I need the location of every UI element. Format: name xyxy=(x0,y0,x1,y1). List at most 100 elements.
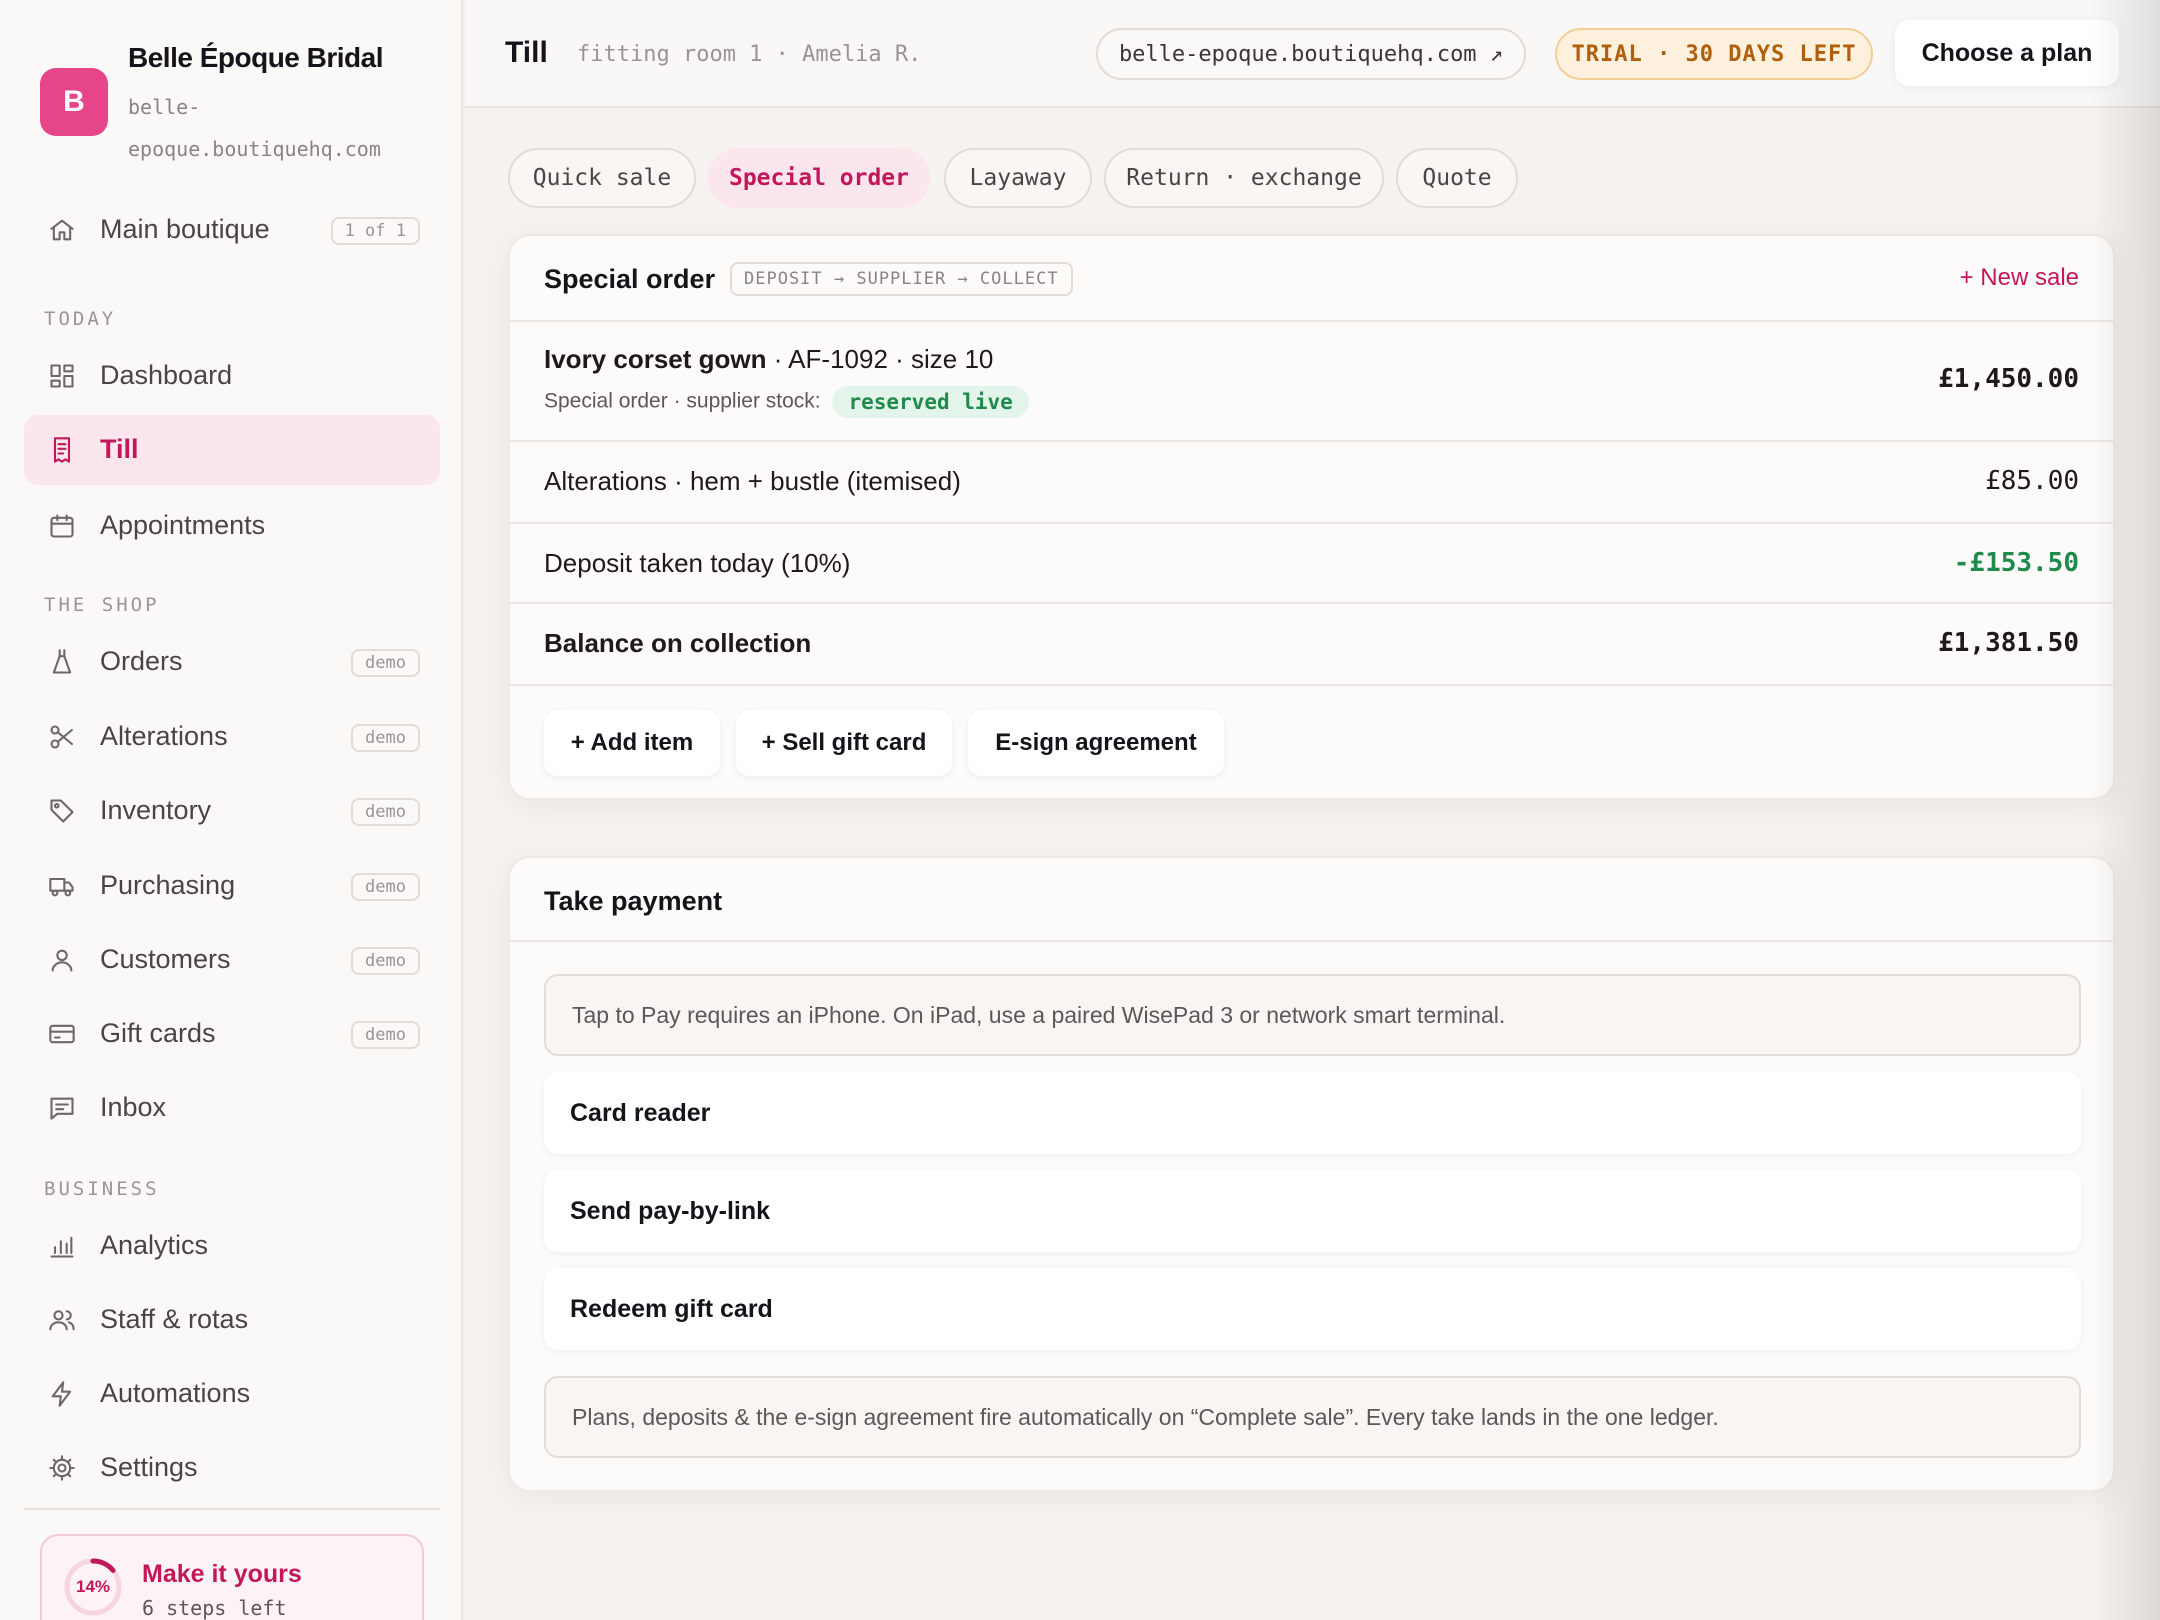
calendar-icon xyxy=(48,512,76,540)
sidebar-item-purchasing[interactable]: Purchasing demo xyxy=(24,851,440,921)
sidebar-item-label: Inbox xyxy=(100,1092,167,1122)
tap-to-pay-notice: Tap to Pay requires an iPhone. On iPad, … xyxy=(544,974,2081,1056)
item-sub: Special order · supplier stock: xyxy=(544,389,821,413)
section-business: BUSINESS xyxy=(44,1178,160,1200)
item-price: £1,450.00 xyxy=(1938,364,2079,394)
sidebar-item-label: Till xyxy=(100,434,139,464)
deposit-amount: -£153.50 xyxy=(1953,548,2079,578)
sidebar-item-inbox[interactable]: Inbox xyxy=(24,1073,440,1143)
sidebar-item-automations[interactable]: Automations xyxy=(24,1359,440,1429)
demo-badge: demo xyxy=(351,873,420,901)
page-context: fitting room 1 · Amelia R. xyxy=(577,42,922,67)
onboarding-card[interactable]: 14% Make it yours 6 steps left xyxy=(40,1534,424,1620)
line-item-alterations[interactable]: Alterations · hem + bustle (itemised) £8… xyxy=(510,440,2113,522)
bar-chart-icon xyxy=(48,1232,76,1260)
sidebar-item-orders[interactable]: Orders demo xyxy=(24,627,440,697)
sidebar-divider xyxy=(24,1508,440,1510)
payment-title: Take payment xyxy=(544,886,723,916)
card-icon xyxy=(48,1020,76,1048)
ledger-footnote: Plans, deposits & the e-sign agreement f… xyxy=(544,1376,2081,1458)
sidebar-item-label: Customers xyxy=(100,944,231,974)
tab-layaway[interactable]: Layaway xyxy=(944,148,1092,208)
sidebar-item-label: Inventory xyxy=(100,795,212,825)
sidebar-item-inventory[interactable]: Inventory demo xyxy=(24,776,440,846)
home-icon xyxy=(48,216,76,244)
sidebar-item-label: Purchasing xyxy=(100,870,236,900)
demo-badge: demo xyxy=(351,724,420,752)
section-today: TODAY xyxy=(44,308,117,330)
user-icon xyxy=(48,946,76,974)
balance-amount: £1,381.50 xyxy=(1938,628,2079,658)
scissors-icon xyxy=(48,723,76,751)
page-title: Till xyxy=(505,36,548,69)
sidebar-item-label: Analytics xyxy=(100,1230,209,1260)
sidebar-item-label: Gift cards xyxy=(100,1018,216,1048)
order-flow-tag: DEPOSIT → SUPPLIER → COLLECT xyxy=(730,262,1073,296)
sidebar: B Belle Époque Bridal belle-epoque.bouti… xyxy=(0,0,463,1620)
card-reader-option[interactable]: Card reader xyxy=(544,1072,2081,1154)
sidebar-item-appointments[interactable]: Appointments xyxy=(24,491,440,561)
grid-icon xyxy=(48,362,76,390)
sidebar-item-dashboard[interactable]: Dashboard xyxy=(24,341,440,411)
demo-badge: demo xyxy=(351,798,420,826)
sidebar-item-gift-cards[interactable]: Gift cards demo xyxy=(24,999,440,1069)
sidebar-item-label: Settings xyxy=(100,1452,198,1482)
alterations-label: Alterations · hem + bustle (itemised) xyxy=(544,466,961,496)
sidebar-item-label: Orders xyxy=(100,646,183,676)
gear-icon xyxy=(48,1454,76,1482)
add-item-button[interactable]: + Add item xyxy=(544,710,720,776)
brand[interactable]: B Belle Époque Bridal belle-epoque.bouti… xyxy=(40,42,440,162)
alterations-price: £85.00 xyxy=(1985,466,2079,496)
sidebar-item-staff[interactable]: Staff & rotas xyxy=(24,1285,440,1355)
domain-link[interactable]: belle-epoque.boutiquehq.com ↗ xyxy=(1096,28,1526,80)
store-count-badge: 1 of 1 xyxy=(330,217,420,245)
truck-icon xyxy=(48,872,76,900)
deposit-label: Deposit taken today (10%) xyxy=(544,548,851,578)
line-item-deposit: Deposit taken today (10%) -£153.50 xyxy=(510,522,2113,602)
sidebar-item-settings[interactable]: Settings xyxy=(24,1433,440,1503)
onboarding-subtitle: 6 steps left xyxy=(142,1596,287,1620)
tag-icon xyxy=(48,797,76,825)
sidebar-item-till[interactable]: Till xyxy=(24,415,440,485)
topbar: Till fitting room 1 · Amelia R. belle-ep… xyxy=(465,0,2160,108)
sidebar-item-label: Automations xyxy=(100,1378,251,1408)
new-sale-button[interactable]: + New sale xyxy=(1960,264,2079,292)
sidebar-item-customers[interactable]: Customers demo xyxy=(24,925,440,995)
sidebar-item-label: Staff & rotas xyxy=(100,1304,249,1334)
progress-percent: 14% xyxy=(75,1577,111,1596)
balance-label: Balance on collection xyxy=(544,628,812,658)
line-item-gown[interactable]: Ivory corset gown · AF-1092 · size 10 Sp… xyxy=(510,320,2113,440)
onboarding-title: Make it yours xyxy=(142,1560,302,1588)
sidebar-item-label: Appointments xyxy=(100,510,266,540)
item-name: Ivory corset gown xyxy=(544,344,767,374)
sidebar-item-label: Alterations xyxy=(100,721,228,751)
tab-return-exchange[interactable]: Return · exchange xyxy=(1104,148,1384,208)
balance-row: Balance on collection £1,381.50 xyxy=(510,602,2113,684)
sidebar-item-label: Dashboard xyxy=(100,360,233,390)
receipt-icon xyxy=(48,436,76,464)
pay-by-link-option[interactable]: Send pay-by-link xyxy=(544,1170,2081,1252)
sidebar-item-alterations[interactable]: Alterations demo xyxy=(24,702,440,772)
store-switcher-label: Main boutique xyxy=(100,214,270,244)
store-switcher[interactable]: Main boutique 1 of 1 xyxy=(24,195,440,265)
section-shop: THE SHOP xyxy=(44,594,160,616)
demo-badge: demo xyxy=(351,649,420,677)
trial-badge[interactable]: TRIAL · 30 DAYS LEFT xyxy=(1555,28,1873,80)
sell-gift-card-button[interactable]: + Sell gift card xyxy=(736,710,952,776)
redeem-gift-card-option[interactable]: Redeem gift card xyxy=(544,1268,2081,1350)
message-icon xyxy=(48,1094,76,1122)
choose-plan-button[interactable]: Choose a plan xyxy=(1895,20,2119,86)
item-detail: · AF-1092 · size 10 xyxy=(773,344,994,374)
e-sign-agreement-button[interactable]: E-sign agreement xyxy=(968,710,1224,776)
dress-icon xyxy=(48,648,76,676)
tab-quote[interactable]: Quote xyxy=(1396,148,1518,208)
bolt-icon xyxy=(48,1380,76,1408)
tab-quick-sale[interactable]: Quick sale xyxy=(508,148,696,208)
stock-status-badge: reserved live xyxy=(832,386,1029,418)
demo-badge: demo xyxy=(351,1021,420,1049)
order-card: Special order DEPOSIT → SUPPLIER → COLLE… xyxy=(508,234,2115,800)
brand-name: Belle Époque Bridal xyxy=(128,42,384,73)
demo-badge: demo xyxy=(351,947,420,975)
sidebar-item-analytics[interactable]: Analytics xyxy=(24,1211,440,1281)
tab-special-order[interactable]: Special order xyxy=(708,148,930,208)
